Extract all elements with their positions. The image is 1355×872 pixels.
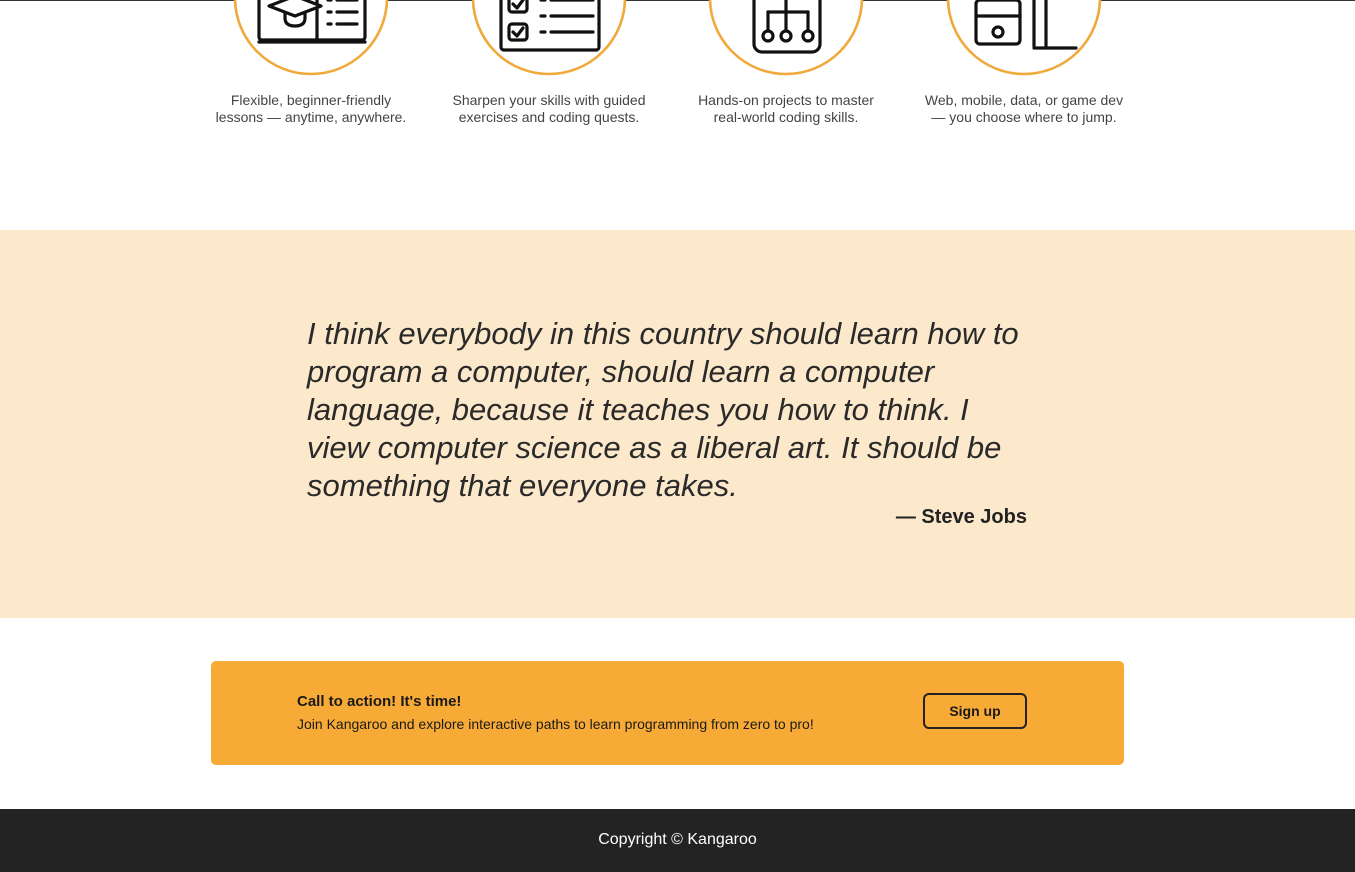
quote-text: I think everybody in this country should… (307, 316, 1019, 503)
feature-description: Hands-on projects to master real-world c… (698, 92, 874, 125)
cta-title: Call to action! It's time! (297, 693, 462, 710)
copyright-text: Copyright © Kangaroo (598, 831, 757, 848)
quote-section: I think everybody in this country should… (0, 230, 1355, 618)
checklist-icon (471, 0, 627, 76)
feature-description: Web, mobile, data, or game dev — you cho… (924, 92, 1124, 125)
project-diagram-icon (708, 0, 864, 76)
call-to-action-banner: Call to action! It's time! Join Kangaroo… (211, 661, 1124, 765)
feature-description: Flexible, beginner-friendly lessons — an… (215, 92, 407, 125)
briefcase-desk-icon (946, 0, 1102, 76)
quote-author: — Steve Jobs (895, 506, 1027, 528)
footer: Copyright © Kangaroo (0, 809, 1355, 872)
sign-up-button[interactable]: Sign up (923, 693, 1027, 729)
cta-subtitle: Join Kangaroo and explore interactive pa… (297, 716, 814, 732)
features-section: Flexible, beginner-friendly lessons — an… (0, 0, 1355, 230)
online-course-icon (233, 0, 389, 76)
feature-description: Sharpen your skills with guided exercise… (452, 92, 646, 125)
